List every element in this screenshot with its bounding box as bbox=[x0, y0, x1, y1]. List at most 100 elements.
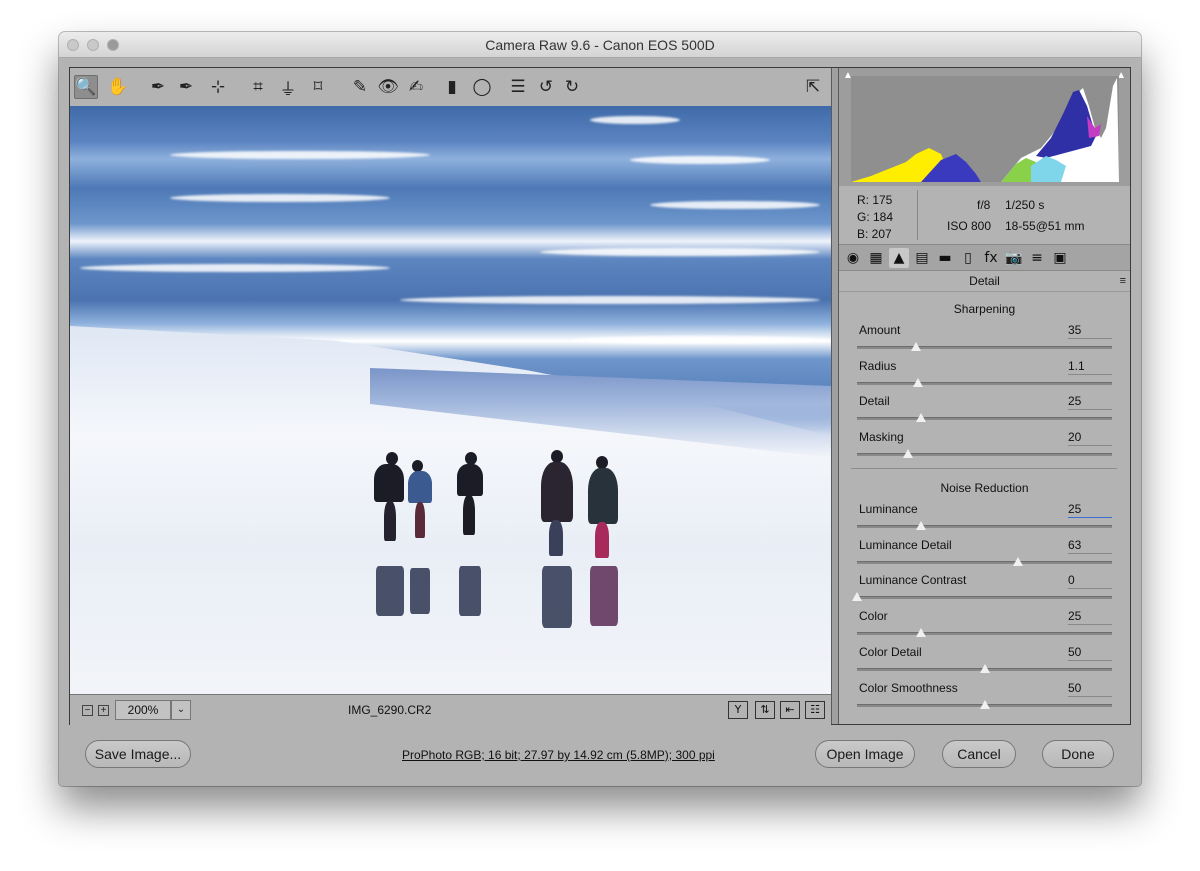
preview-footer: − + 200% ⌄ IMG_6290.CR2 Y ⇅ ⇤ ☷ bbox=[70, 694, 831, 725]
radius-slider-thumb[interactable] bbox=[913, 377, 924, 387]
copy-settings-button[interactable]: ⇤ bbox=[780, 701, 800, 719]
color-detail-label: Color Detail bbox=[859, 644, 922, 659]
detail-value-field[interactable]: 25 bbox=[1068, 394, 1112, 411]
tab-basic-icon[interactable]: ◉ bbox=[843, 248, 863, 268]
cancel-button[interactable]: Cancel bbox=[942, 740, 1016, 768]
done-button[interactable]: Done bbox=[1042, 740, 1114, 768]
crop-tool-icon[interactable]: ⌗ bbox=[246, 75, 270, 99]
fullscreen-toggle-icon[interactable]: ⇱ bbox=[801, 75, 825, 99]
radius-label: Radius bbox=[859, 358, 897, 373]
luminance-contrast-slider[interactable] bbox=[852, 592, 1112, 602]
person-legs bbox=[595, 522, 609, 558]
person-reflection bbox=[542, 566, 572, 628]
panel-header: Detail ≡ bbox=[839, 271, 1130, 292]
luminance-value-field[interactable]: 25 bbox=[1068, 502, 1112, 518]
person-reflection bbox=[376, 566, 404, 616]
transform-tool-icon[interactable]: ⌑ bbox=[306, 75, 330, 99]
luminance-slider-thumb[interactable] bbox=[915, 521, 926, 530]
luminance-contrast-value-field[interactable]: 0 bbox=[1068, 573, 1112, 590]
panel-menu-icon[interactable]: ≡ bbox=[1120, 276, 1126, 287]
zoom-out-button[interactable]: − bbox=[82, 705, 93, 716]
histogram-magenta-channel bbox=[1087, 116, 1101, 138]
zoom-level-field[interactable]: 200% bbox=[115, 700, 171, 720]
rotate-ccw-icon[interactable]: ↺ bbox=[534, 75, 558, 99]
person-figure bbox=[588, 468, 618, 524]
radial-filter-icon[interactable]: ◯ bbox=[470, 75, 494, 99]
spot-removal-tool-icon[interactable]: ✎ bbox=[348, 75, 372, 99]
rotate-cw-icon[interactable]: ↻ bbox=[560, 75, 584, 99]
color-smoothness-label: Color Smoothness bbox=[859, 680, 958, 695]
wave-crest bbox=[400, 296, 820, 304]
adjustment-brush-icon[interactable]: ✍ bbox=[404, 75, 428, 99]
detail-slider-thumb[interactable] bbox=[915, 413, 926, 423]
panel-divider[interactable] bbox=[831, 68, 839, 724]
color-smoothness-slider-thumb[interactable] bbox=[979, 699, 990, 709]
color-value-field[interactable]: 25 bbox=[1068, 609, 1112, 626]
tab-camera-calibration-icon[interactable]: 📷 bbox=[1004, 248, 1024, 268]
white-balance-tool-icon[interactable]: ✒ bbox=[146, 75, 170, 99]
red-value: R: 175 bbox=[857, 193, 893, 207]
sharpening-title: Sharpening bbox=[953, 302, 1016, 316]
tab-lens-corrections-icon[interactable]: ▯ bbox=[958, 248, 978, 268]
luminance-contrast-slider-thumb[interactable] bbox=[852, 592, 862, 602]
color-detail-value-field[interactable]: 50 bbox=[1068, 645, 1112, 661]
zoom-dropdown-button[interactable]: ⌄ bbox=[171, 700, 191, 720]
preferences-icon[interactable]: ☰ bbox=[506, 75, 530, 99]
save-image-button[interactable]: Save Image... bbox=[85, 740, 191, 768]
luminance-detail-slider[interactable] bbox=[857, 556, 1112, 566]
tab-presets-icon[interactable]: ≡ bbox=[1027, 248, 1047, 268]
masking-slider-thumb[interactable] bbox=[903, 449, 913, 459]
zoom-tool-icon[interactable]: 🔍 bbox=[74, 75, 98, 99]
luminance-detail-value-field[interactable]: 63 bbox=[1068, 538, 1112, 554]
wave-crest bbox=[650, 201, 820, 209]
tab-effects-icon[interactable]: fx bbox=[981, 248, 1001, 268]
color-slider-thumb[interactable] bbox=[915, 628, 926, 638]
preview-preferences-button[interactable]: ☷ bbox=[805, 701, 825, 719]
right-panel: ▲ ▲ R: 175 G: 184 B: 207 f/8 1/250 s ISO… bbox=[839, 68, 1130, 724]
image-filename: IMG_6290.CR2 bbox=[348, 703, 432, 717]
luminance-slider[interactable] bbox=[857, 521, 1112, 530]
graduated-filter-icon[interactable]: ▮ bbox=[440, 75, 464, 99]
minimize-window-button[interactable] bbox=[87, 39, 99, 51]
tab-tone-curve-icon[interactable]: ▦ bbox=[866, 248, 886, 268]
person-reflection bbox=[590, 566, 618, 626]
masking-slider[interactable] bbox=[857, 449, 1112, 459]
masking-value-field[interactable]: 20 bbox=[1068, 430, 1112, 447]
tab-split-toning-icon[interactable]: ▬ bbox=[935, 248, 955, 268]
targeted-adjustment-tool-icon[interactable]: ⊹ bbox=[206, 75, 230, 99]
histogram-chart bbox=[851, 78, 1119, 182]
amount-slider-thumb[interactable] bbox=[910, 342, 921, 351]
luminance-detail-slider-thumb[interactable] bbox=[1012, 556, 1023, 566]
amount-value-field[interactable]: 35 bbox=[1068, 323, 1112, 339]
radius-slider[interactable] bbox=[857, 377, 1112, 387]
tab-hsl-icon[interactable]: ▤ bbox=[912, 248, 932, 268]
radius-value-field[interactable]: 1.1 bbox=[1068, 359, 1112, 375]
before-after-toggle-button[interactable]: Y bbox=[728, 701, 748, 719]
swap-settings-button[interactable]: ⇅ bbox=[755, 701, 775, 719]
red-eye-removal-tool-icon[interactable]: 👁 bbox=[376, 75, 400, 99]
color-smoothness-value-field[interactable]: 50 bbox=[1068, 681, 1112, 697]
tab-snapshots-icon[interactable]: ▣ bbox=[1050, 248, 1070, 268]
hand-tool-icon[interactable]: ✋ bbox=[106, 75, 130, 99]
zoom-in-button[interactable]: + bbox=[98, 705, 109, 716]
noise-reduction-title: Noise Reduction bbox=[940, 481, 1029, 495]
amount-slider[interactable] bbox=[857, 342, 1112, 351]
image-preview[interactable] bbox=[70, 106, 831, 694]
detail-slider[interactable] bbox=[857, 413, 1112, 423]
color-detail-slider-thumb[interactable] bbox=[979, 663, 990, 673]
tab-detail-icon[interactable]: ▲ bbox=[889, 248, 909, 268]
color-sampler-tool-icon[interactable]: ✒ bbox=[174, 75, 198, 99]
panel-tabs: ◉ ▦ ▲ ▤ ▬ ▯ fx 📷 ≡ ▣ bbox=[839, 244, 1130, 271]
close-window-button[interactable] bbox=[67, 39, 79, 51]
person-figure bbox=[408, 471, 432, 503]
color-slider[interactable] bbox=[857, 628, 1112, 638]
window-title: Camera Raw 9.6 - Canon EOS 500D bbox=[485, 37, 715, 53]
open-image-button[interactable]: Open Image bbox=[815, 740, 915, 768]
zoom-window-button[interactable] bbox=[107, 39, 119, 51]
color-detail-slider[interactable] bbox=[857, 663, 1112, 673]
color-smoothness-slider[interactable] bbox=[857, 699, 1112, 709]
wave-crest bbox=[570, 336, 830, 344]
workflow-options-link[interactable]: ProPhoto RGB; 16 bit; 27.97 by 14.92 cm … bbox=[402, 748, 715, 762]
straighten-tool-icon[interactable]: ⏚ bbox=[276, 75, 300, 100]
person-reflection bbox=[459, 566, 481, 616]
